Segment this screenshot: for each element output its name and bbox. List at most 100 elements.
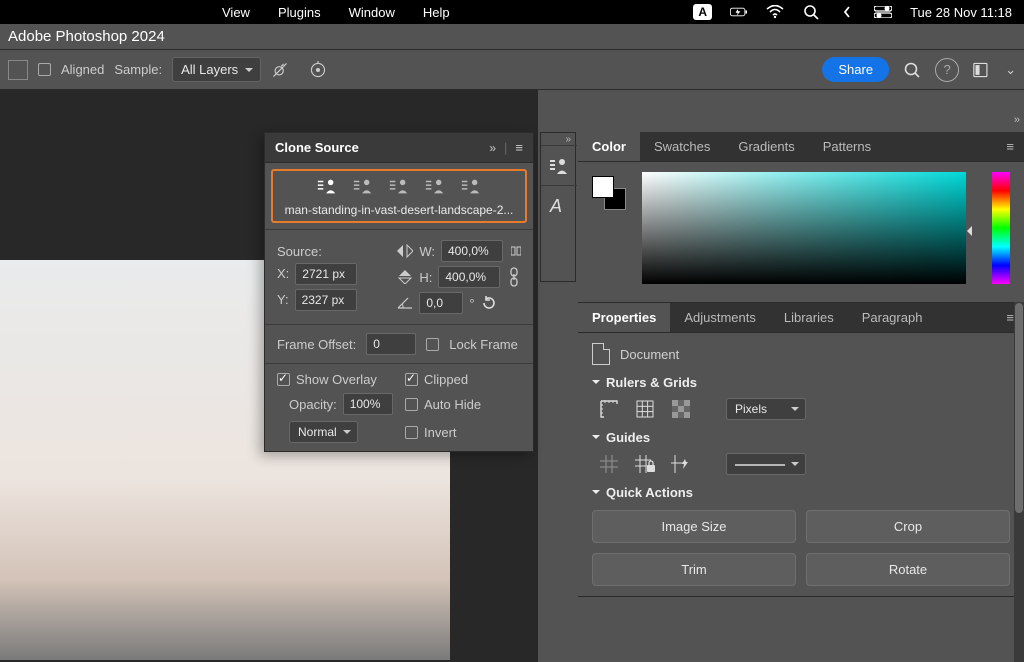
menu-window[interactable]: Window [349,5,395,20]
aligned-label: Aligned [61,62,104,77]
svg-text:A: A [549,196,562,216]
clone-source-dock-icon[interactable] [541,145,577,185]
dock-expand-icon[interactable]: » [541,133,575,145]
document-icon [592,343,610,365]
clone-preset-3-icon[interactable] [388,177,410,197]
sample-select[interactable]: All Layers [172,57,261,82]
workspace-chevron-icon[interactable]: ⌄ [1005,62,1016,78]
foreground-background-swatch[interactable] [592,176,626,210]
color-panel-menu-icon[interactable]: ≡ [1006,139,1024,154]
angle-icon [397,297,413,309]
w-label: W: [419,244,435,259]
flip-v2-icon[interactable] [397,270,413,284]
reset-transform-icon[interactable] [481,295,497,311]
scrollbar-thumb[interactable] [1015,303,1023,513]
flip-v-icon[interactable] [511,244,521,258]
frame-offset-input[interactable] [366,333,416,355]
hue-strip[interactable] [992,172,1010,284]
h-label: H: [419,270,432,285]
grid-icon[interactable] [634,398,656,420]
search-icon[interactable] [903,61,921,79]
quick-action-image-size[interactable]: Image Size [592,510,796,543]
menu-help[interactable]: Help [423,5,450,20]
overlay-blend-select[interactable]: Normal [289,421,358,443]
help-icon[interactable]: ? [935,58,959,82]
tab-gradients[interactable]: Gradients [724,132,808,161]
units-select[interactable]: Pixels [726,398,806,420]
clone-preset-4-icon[interactable] [424,177,446,197]
menu-view[interactable]: View [222,5,250,20]
tab-color[interactable]: Color [578,132,640,161]
panel-collapse-icon[interactable]: » [489,141,496,155]
show-overlay-checkbox[interactable] [277,373,290,386]
auto-hide-checkbox[interactable] [405,398,418,411]
properties-scrollbar[interactable] [1014,302,1024,662]
menu-plugins[interactable]: Plugins [278,5,321,20]
tab-paragraph[interactable]: Paragraph [848,303,937,332]
wifi-icon[interactable] [766,3,784,21]
color-panel-group: Color Swatches Gradients Patterns ≡ [578,132,1024,303]
lock-frame-label: Lock Frame [449,337,518,352]
angle-input[interactable] [419,292,463,314]
share-button[interactable]: Share [822,57,889,82]
transparency-grid-icon[interactable] [670,398,692,420]
rulers-grids-disclosure[interactable]: Rulers & Grids [592,375,1010,390]
right-col-collapse-icon[interactable]: » [1014,114,1020,126]
guides-lock-icon[interactable] [634,453,656,475]
tab-adjustments[interactable]: Adjustments [670,303,770,332]
aligned-checkbox[interactable] [38,63,51,76]
lock-frame-checkbox[interactable] [426,338,439,351]
ignore-adjustment-icon[interactable] [271,61,289,79]
collapsed-panel-dock: » A [540,132,576,282]
source-y-input[interactable] [295,289,357,311]
character-dock-icon[interactable]: A [541,185,577,225]
clipped-checkbox[interactable] [405,373,418,386]
clone-preset-1-icon[interactable] [316,177,338,197]
ruler-icon[interactable] [598,398,620,420]
invert-checkbox[interactable] [405,426,418,439]
foreground-color-swatch[interactable] [592,176,614,198]
tab-libraries[interactable]: Libraries [770,303,848,332]
height-input[interactable] [438,266,500,288]
options-bar: Aligned Sample: All Layers Share ? ⌄ [0,50,1024,90]
workspace-switcher-icon[interactable] [973,61,991,79]
link-wh-icon[interactable] [508,267,520,287]
quick-actions-disclosure[interactable]: Quick Actions [592,485,1010,500]
tab-properties[interactable]: Properties [578,303,670,332]
guides-disclosure[interactable]: Guides [592,430,1010,445]
pressure-icon[interactable] [309,61,327,79]
tab-swatches[interactable]: Swatches [640,132,724,161]
width-input[interactable] [441,240,503,262]
quick-action-rotate[interactable]: Rotate [806,553,1010,586]
tool-preset-picker[interactable] [8,60,28,80]
invert-label: Invert [424,425,457,440]
input-source-badge[interactable]: A [693,4,712,20]
spotlight-icon[interactable] [802,3,820,21]
guides-toggle-icon[interactable] [598,453,620,475]
auto-hide-label: Auto Hide [424,397,481,412]
document-label: Document [620,347,679,362]
quick-action-trim[interactable]: Trim [592,553,796,586]
clone-source-filename: man-standing-in-vast-desert-landscape-2.… [277,203,521,217]
angle-unit: ° [469,296,474,311]
smart-guides-icon[interactable] [670,453,692,475]
app-title: Adobe Photoshop 2024 [8,28,165,45]
chevron-left-icon[interactable] [838,3,856,21]
menubar-datetime[interactable]: Tue 28 Nov 11:18 [910,5,1012,20]
color-spectrum[interactable] [642,172,966,284]
clone-preset-5-icon[interactable] [460,177,482,197]
panel-menu-icon[interactable]: ≡ [515,140,523,155]
flip-h-icon[interactable] [397,244,413,258]
clone-preset-2-icon[interactable] [352,177,374,197]
quick-action-crop[interactable]: Crop [806,510,1010,543]
guide-style-select[interactable] [726,453,806,475]
tab-patterns[interactable]: Patterns [809,132,885,161]
battery-icon[interactable] [730,3,748,21]
overlay-opacity-input[interactable] [343,393,393,415]
source-x-input[interactable] [295,263,357,285]
app-title-bar: Adobe Photoshop 2024 [0,24,1024,50]
mac-menubar: View Plugins Window Help A Tue 28 Nov 11… [0,0,1024,24]
opacity-label: Opacity: [289,397,337,412]
control-center-icon[interactable] [874,3,892,21]
x-label: X: [277,266,289,281]
